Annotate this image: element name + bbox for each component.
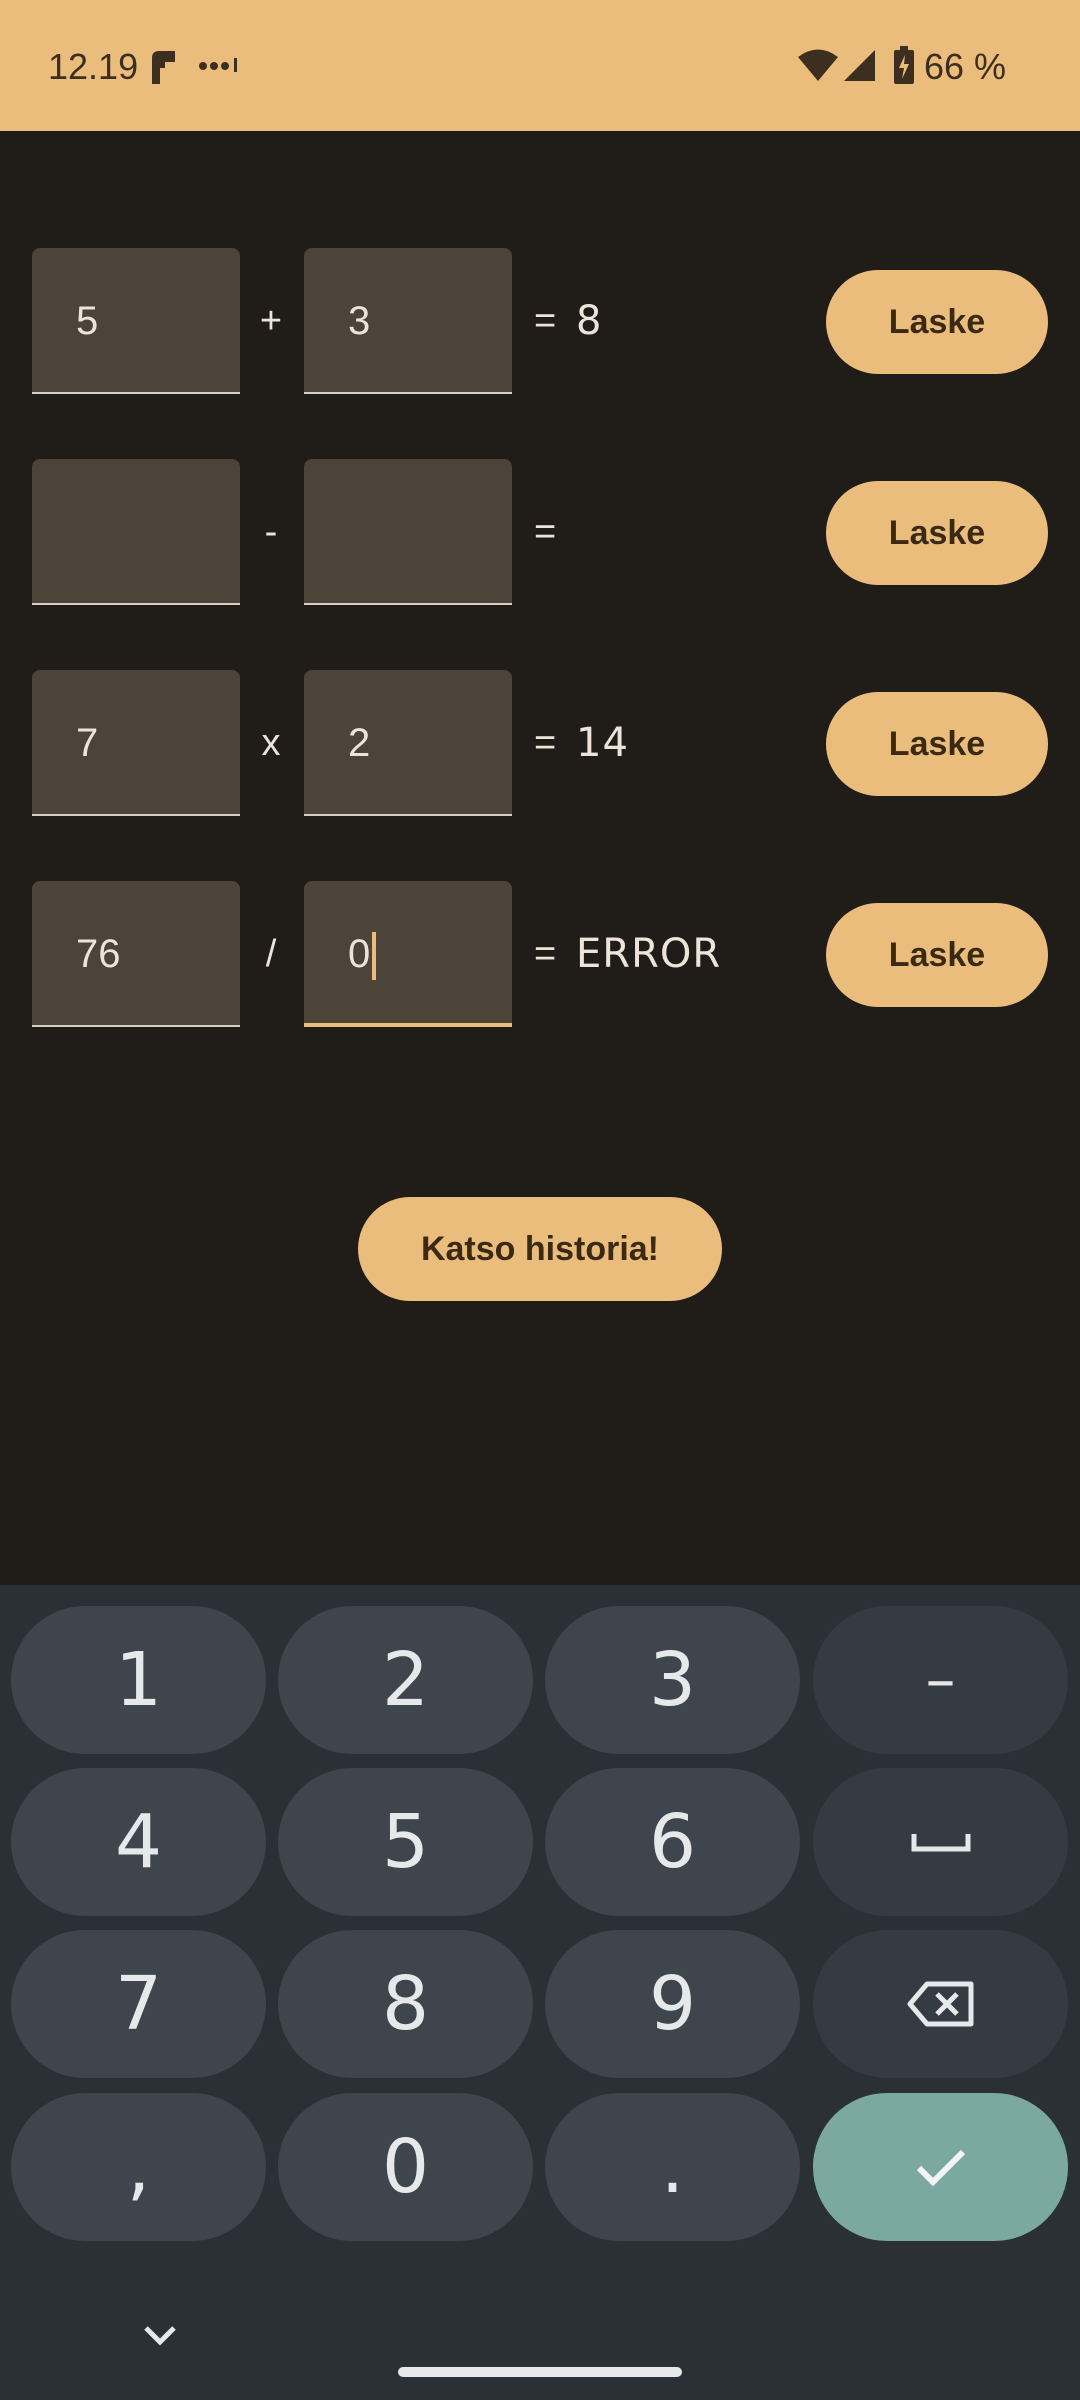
key-9[interactable]: 9: [545, 1930, 800, 2078]
subtraction-operator: -: [264, 511, 278, 553]
key-4[interactable]: 4: [11, 1768, 266, 1916]
view-history-button[interactable]: Katso historia!: [358, 1197, 722, 1301]
status-time: 12.19: [48, 46, 139, 87]
division-result: ERROR: [576, 931, 722, 977]
addition-calculate-button[interactable]: Laske: [826, 270, 1048, 374]
subtraction-calculate-button[interactable]: Laske: [826, 481, 1048, 585]
key-2[interactable]: 2: [278, 1606, 533, 1754]
multiplication-operand-b-input[interactable]: 2: [304, 670, 512, 816]
division-calculate-button[interactable]: Laske: [826, 903, 1048, 1007]
subtraction-row: - = Laske: [0, 459, 1080, 607]
key-comma[interactable]: ,: [11, 2093, 266, 2241]
key-enter[interactable]: [813, 2093, 1068, 2241]
numeric-keyboard: 1 2 3 – 4 5 6 7 8 9 , 0 .: [0, 1585, 1080, 2400]
battery-charging-icon: [894, 46, 914, 84]
app-notification-icon: [152, 51, 175, 84]
key-space[interactable]: [813, 1768, 1068, 1916]
chevron-down-icon[interactable]: [140, 2322, 180, 2348]
addition-operator: +: [259, 300, 283, 342]
more-notifications-icon: [199, 58, 237, 72]
backspace-icon: [907, 1981, 973, 2027]
key-1[interactable]: 1: [11, 1606, 266, 1754]
division-operator: /: [265, 933, 277, 975]
multiplication-operand-a-input[interactable]: 7: [32, 670, 240, 816]
subtraction-operand-a-input[interactable]: [32, 459, 240, 605]
cell-signal-icon: [844, 50, 875, 81]
subtraction-equals: =: [534, 511, 557, 553]
key-minus[interactable]: –: [813, 1606, 1068, 1754]
wifi-icon: [798, 49, 838, 81]
key-6[interactable]: 6: [545, 1768, 800, 1916]
home-gesture-bar[interactable]: [398, 2367, 682, 2377]
battery-percent: 66 %: [924, 46, 1007, 87]
key-0[interactable]: 0: [278, 2093, 533, 2241]
addition-operand-a-input[interactable]: 5: [32, 248, 240, 394]
multiplication-calculate-button[interactable]: Laske: [826, 692, 1048, 796]
addition-operand-b-input[interactable]: 3: [304, 248, 512, 394]
key-backspace[interactable]: [813, 1930, 1068, 2078]
multiplication-row: 7 x 2 = 14 Laske: [0, 670, 1080, 818]
division-operand-b-value: 0: [348, 932, 371, 976]
text-cursor: [372, 932, 377, 981]
status-bar: 12.19 66 %: [0, 0, 1080, 131]
division-operand-a-input[interactable]: 76: [32, 881, 240, 1027]
key-period[interactable]: .: [545, 2093, 800, 2241]
division-operand-b-input[interactable]: 0: [304, 881, 512, 1027]
multiplication-operator: x: [261, 722, 281, 764]
division-equals: =: [534, 933, 557, 975]
key-5[interactable]: 5: [278, 1768, 533, 1916]
check-icon: [916, 2149, 965, 2187]
multiplication-equals: =: [534, 722, 557, 764]
key-3[interactable]: 3: [545, 1606, 800, 1754]
addition-result: 8: [576, 298, 603, 344]
subtraction-operand-b-input[interactable]: [304, 459, 512, 605]
addition-equals: =: [534, 300, 557, 342]
division-row: 76 / 0 = ERROR Laske: [0, 881, 1080, 1029]
key-7[interactable]: 7: [11, 1930, 266, 2078]
space-icon: [911, 1834, 970, 1852]
addition-row: 5 + 3 = 8 Laske: [0, 248, 1080, 396]
key-8[interactable]: 8: [278, 1930, 533, 2078]
multiplication-result: 14: [576, 720, 629, 766]
